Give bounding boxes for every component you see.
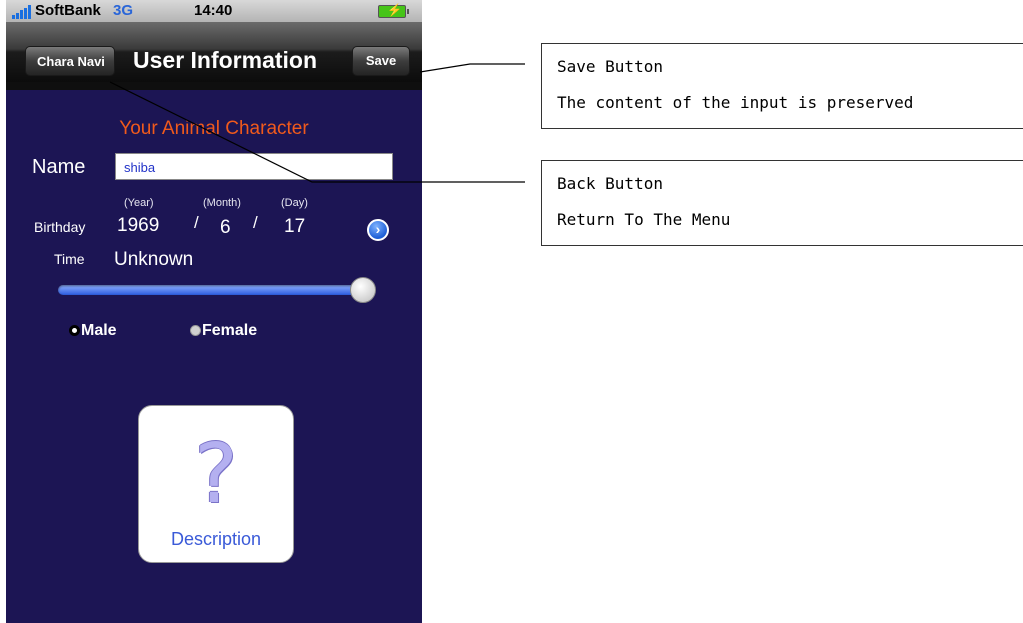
save-leader-line (419, 63, 525, 73)
back-callout-title: Back Button (557, 174, 663, 193)
save-callout-text: The content of the input is preserved (557, 93, 914, 112)
back-callout: Back Button Return To The Menu (541, 160, 1023, 246)
save-callout-title: Save Button (557, 57, 663, 76)
back-leader-line (109, 81, 525, 183)
save-callout: Save Button The content of the input is … (541, 43, 1023, 129)
back-callout-text: Return To The Menu (557, 210, 731, 229)
